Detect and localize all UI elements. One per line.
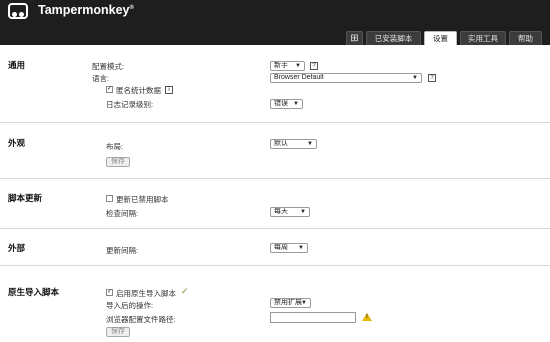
tab-new-script[interactable]: ⊞ [346,31,363,45]
check-interval-select[interactable]: 每天 ▼ [270,207,310,217]
appearance-save-button[interactable]: 保存 [106,157,130,167]
config-mode-label: 配置模式: [92,62,125,71]
section-title-appearance: 外观 [8,138,26,148]
after-import-select[interactable]: 禁用扩展 ▼ [270,298,311,308]
tab-utilities[interactable]: 实用工具 [460,31,506,45]
language-select[interactable]: Browser Default ▼ [270,73,422,83]
tab-bar: ⊞ 已安装脚本 设置 实用工具 帮助 [0,31,550,45]
section-divider [0,265,550,266]
chevron-down-icon: ▼ [293,101,299,107]
tampermonkey-logo-icon [8,3,28,19]
update-disabled-label: 更新已禁用脚本 [116,195,169,204]
update-interval-label: 更新间隔: [106,246,139,255]
chevron-down-icon: ▼ [295,63,301,69]
update-disabled-checkbox[interactable] [106,195,113,202]
warning-icon: ! [362,313,372,321]
chevron-down-icon: ▼ [300,209,306,215]
section-divider [0,228,550,229]
browser-config-path-label: 浏览器配置文件路径: [106,315,176,324]
section-title-native-import: 原生导入脚本 [8,287,60,297]
section-title-external: 外部 [8,243,26,253]
config-mode-select[interactable]: 新手 ▼ [270,61,305,71]
chevron-down-icon: ▼ [307,141,313,147]
info-icon[interactable]: i [165,86,173,94]
help-icon[interactable]: ? [310,62,318,70]
update-interval-select[interactable]: 每周 ▼ [270,243,308,253]
layout-select[interactable]: 默认 ▼ [270,139,317,149]
section-title-script-update: 脚本更新 [8,193,43,203]
plus-icon: ⊞ [350,33,359,44]
chevron-down-icon: ▼ [412,75,418,81]
tab-help[interactable]: 帮助 [509,31,542,45]
app-title: Tampermonkey® [38,3,134,17]
section-title-general: 通用 [8,60,26,70]
header-bar: Tampermonkey® ⊞ 已安装脚本 设置 实用工具 帮助 [0,0,550,45]
log-level-label: 日志记录级别: [106,100,154,109]
anon-stats-checkbox[interactable]: ✓ [106,86,113,93]
enable-native-import-label: 启用原生导入脚本 [116,289,176,298]
after-import-label: 导入后的操作: [106,301,154,310]
chevron-down-icon: ▼ [298,245,304,251]
anon-stats-label: 匿名统计数据 [116,86,161,95]
chevron-down-icon: ▼ [301,300,307,306]
tab-settings[interactable]: 设置 [424,31,457,45]
checkmark-icon: ✓ [181,286,189,296]
section-divider [0,122,550,123]
enable-native-import-checkbox[interactable]: ✓ [106,289,113,296]
help-icon[interactable]: ? [428,74,436,82]
native-import-save-button[interactable]: 保存 [106,327,130,337]
layout-label: 布局: [106,142,124,151]
browser-config-path-input[interactable] [270,312,356,323]
check-interval-label: 检查间隔: [106,209,139,218]
log-level-select[interactable]: 错误 ▼ [270,99,303,109]
language-label: 语言: [92,74,110,83]
section-divider [0,178,550,179]
tab-installed-scripts[interactable]: 已安装脚本 [366,31,421,45]
